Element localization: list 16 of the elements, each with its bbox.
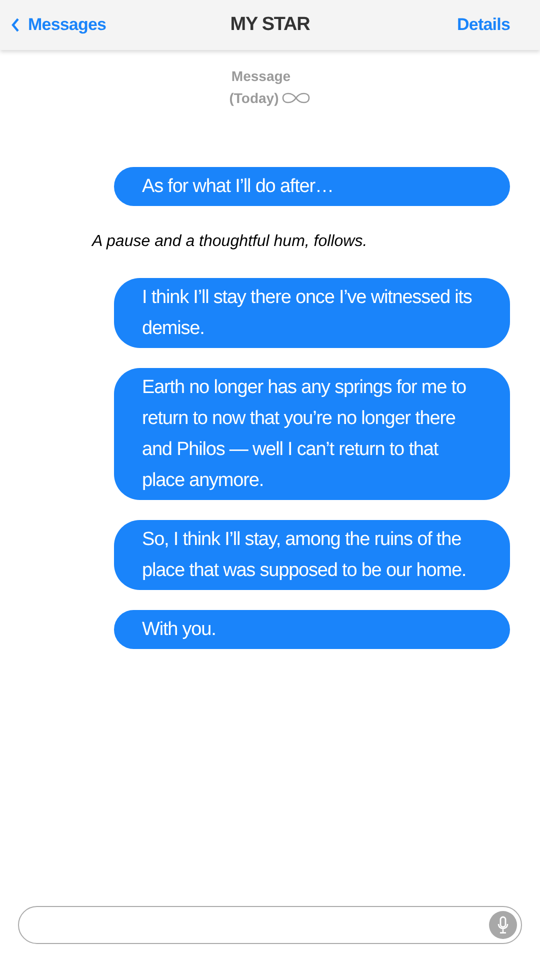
microphone-icon — [497, 916, 509, 934]
timestamp-label: Message — [231, 67, 291, 86]
details-button[interactable]: Details — [457, 12, 510, 38]
timestamp-date: (Today) — [229, 89, 279, 108]
message-bubble: As for what I’ll do after… — [114, 167, 510, 206]
message-bubble: I think I’ll stay there once I’ve witnessed its demise. — [114, 278, 510, 348]
message-bubble: With you. — [114, 610, 510, 649]
window-title: MY STAR — [230, 12, 310, 37]
narration-text: A pause and a thoughtful hum, follows. — [92, 233, 368, 250]
back-button[interactable]: Messages — [10, 12, 106, 38]
message-bubble: Earth no longer has any springs for me to return to now that you’re no longer there and Philos — well I can’t return to that place anymore. — [114, 368, 510, 500]
chevron-left-icon — [10, 17, 20, 33]
microphone-button[interactable] — [489, 911, 517, 939]
message-input-field[interactable] — [18, 906, 522, 944]
message-bubble: So, I think I’ll stay, among the ruins of the place that was supposed to be our home. — [114, 520, 510, 590]
infinity-icon — [280, 91, 311, 105]
